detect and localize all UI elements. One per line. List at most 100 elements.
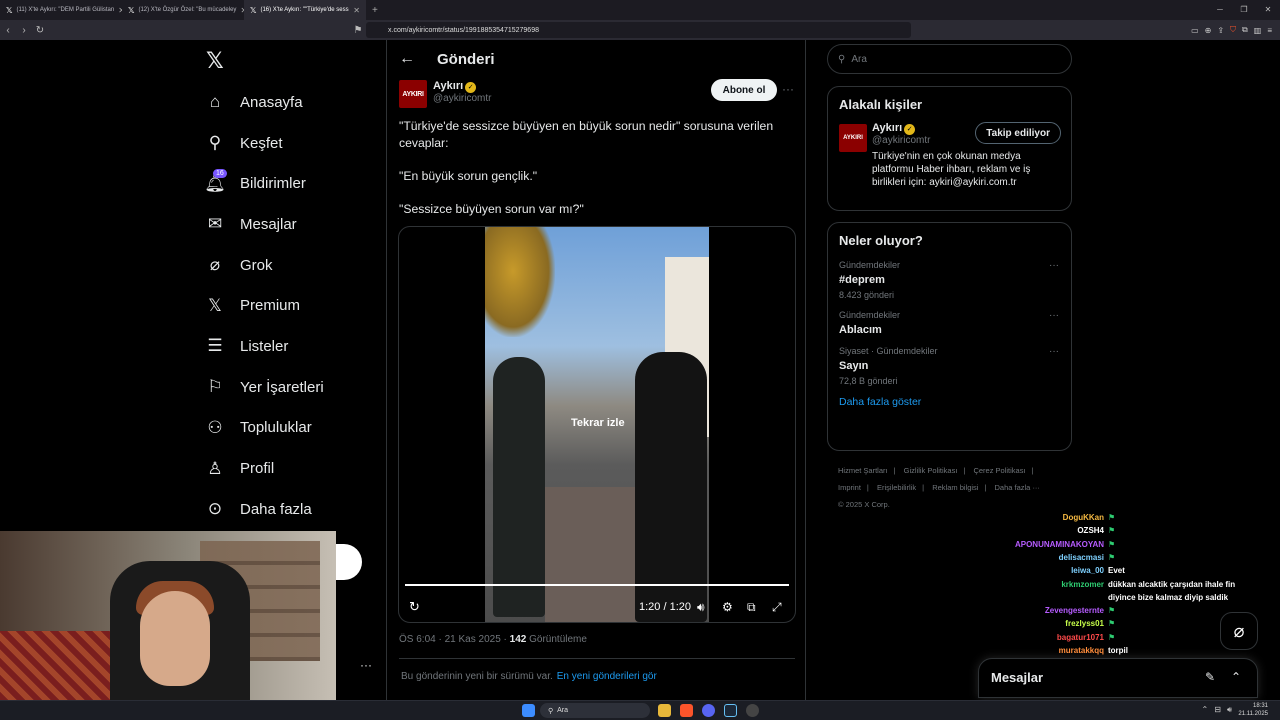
footer-link[interactable]: Daha fazla ···	[995, 483, 1040, 492]
post-button-partial[interactable]	[336, 544, 362, 580]
search-input[interactable]: ⚲ Ara	[827, 44, 1072, 74]
back-icon[interactable]: ‹	[0, 25, 16, 36]
grok-floating-button[interactable]: ⌀	[1220, 612, 1258, 650]
back-arrow-icon[interactable]: ←	[399, 50, 415, 68]
chat-username: Zevengesternte	[1044, 606, 1104, 616]
replay-label[interactable]: Tekrar izle	[571, 417, 625, 429]
share-icon[interactable]: ⇪	[1217, 26, 1224, 35]
new-version-link[interactable]: En yeni gönderileri gör	[557, 671, 657, 682]
messages-drawer[interactable]: Mesajlar ✎ ⌃	[978, 658, 1258, 698]
person-icon: ♙	[207, 458, 223, 478]
trend-item[interactable]: Gündemdekiler Ablacım ···	[828, 304, 1071, 340]
folder-icon[interactable]	[658, 704, 671, 717]
chat-badge-icon: ⚑	[1108, 619, 1116, 629]
tab-label: (12) X'te Özgür Özel: "Bu mücadeley	[138, 7, 237, 13]
minimize-icon[interactable]: ─	[1208, 0, 1232, 20]
cast-icon[interactable]: ▭	[1191, 26, 1199, 35]
footer-link[interactable]: Çerez Politikası	[973, 466, 1025, 475]
new-tab-icon[interactable]: +	[366, 5, 384, 16]
footer-link[interactable]: Hizmet Şartları	[838, 466, 888, 475]
footer-link[interactable]: Reklam bilgisi	[932, 483, 978, 492]
menu-icon[interactable]: ≡	[1267, 26, 1272, 35]
video-player[interactable]: Tekrar izle ↻ 1:20 / 1:20 🔊︎ ⚙ ⧉ ⤢	[398, 226, 796, 623]
more-options-icon[interactable]: ···	[1049, 310, 1059, 321]
author-handle[interactable]: @aykiricomtr	[433, 93, 492, 104]
new-message-icon[interactable]: ✎	[1205, 670, 1215, 684]
tweet-paragraph: "Sessizce büyüyen sorun var mı?"	[399, 202, 584, 216]
sidebar-toggle-icon[interactable]: ▥	[1254, 26, 1262, 35]
volume-icon[interactable]: 🔊︎	[697, 600, 705, 615]
sidebar-item-premium[interactable]: 𝕏 Premium	[204, 285, 324, 326]
sidebar-item-messages[interactable]: ✉ Mesajlar	[204, 204, 324, 245]
tweet-date[interactable]: 21 Kas 2025	[445, 634, 501, 645]
x-icon: 𝕏	[208, 295, 222, 315]
close-icon[interactable]: ✕	[353, 6, 360, 15]
start-icon[interactable]	[522, 704, 535, 717]
tray-chevron-icon[interactable]: ⌃	[1202, 705, 1209, 715]
obs-icon[interactable]	[746, 704, 759, 717]
expand-icon[interactable]: ⌃	[1231, 670, 1241, 684]
clock-date: 21.11.2025	[1238, 711, 1268, 717]
taskbar-search[interactable]: ⚲ Ara	[540, 703, 650, 718]
sidebar-item-lists[interactable]: ☰ Listeler	[204, 326, 324, 367]
browser-tab[interactable]: 𝕏 (12) X'te Özgür Özel: "Bu mücadeley ✕	[122, 0, 244, 20]
avatar[interactable]: AYKIRI	[839, 124, 867, 152]
extension-icon[interactable]: ⧉	[1242, 25, 1248, 35]
messages-drawer-title: Mesajlar	[991, 670, 1044, 685]
sidebar-item-notifications[interactable]: 🔔︎ 16 Bildirimler	[204, 163, 324, 204]
related-person[interactable]: AYKIRI Aykırı ✓ @aykiricomtr Türkiye'nin …	[828, 118, 1071, 199]
sidebar-item-communities[interactable]: ⚇ Topluluklar	[204, 408, 324, 449]
settings-icon[interactable]: ⚙	[722, 600, 733, 614]
steam-icon[interactable]	[724, 704, 737, 717]
window-close-icon[interactable]: ✕	[1256, 0, 1280, 20]
zoom-icon[interactable]: ⊕	[1205, 26, 1212, 35]
footer-link[interactable]: Imprint	[838, 483, 861, 492]
browser-icon[interactable]	[680, 704, 693, 717]
sidebar-item-grok[interactable]: ⌀ Grok	[204, 245, 324, 286]
tweet-time[interactable]: ÖS 6:04	[399, 634, 436, 645]
url-input[interactable]: x.com/aykiricomtr/status/199188535471527…	[366, 22, 911, 38]
sidebar-item-profile[interactable]: ♙ Profil	[204, 448, 324, 489]
search-icon: ⚲	[208, 133, 222, 153]
x-logo-icon[interactable]: 𝕏	[206, 50, 228, 72]
browser-tab-active[interactable]: 𝕏 (16) X'te Aykırı: ""Türkiye'de sess ✕	[244, 0, 366, 20]
chat-badge-icon: ⚑	[1108, 632, 1116, 642]
browser-tab[interactable]: 𝕏 (11) X'te Aykırı: "DEM Partili Gülista…	[0, 0, 122, 20]
forward-icon[interactable]: ›	[16, 25, 32, 36]
home-icon: ⌂	[209, 92, 221, 112]
more-options-icon[interactable]: ···	[782, 82, 794, 96]
more-circle-icon: ⊙	[207, 499, 223, 519]
reload-icon[interactable]: ↻	[32, 25, 48, 36]
fullscreen-icon[interactable]: ⤢	[772, 600, 782, 615]
bookmark-page-icon[interactable]: ⚑	[350, 25, 366, 36]
footer-link[interactable]: Erişilebilirlik	[877, 483, 916, 492]
more-options-icon[interactable]: ···	[1049, 260, 1059, 271]
sidebar-item-label: Bildirimler	[240, 175, 306, 193]
sidebar-item-explore[interactable]: ⚲ Keşfet	[204, 123, 324, 164]
account-more-icon[interactable]: ···	[360, 658, 372, 672]
sidebar-item-home[interactable]: ⌂ Anasayfa	[204, 82, 324, 123]
trend-item[interactable]: Siyaset · Gündemdekiler Sayın 72,8 B gön…	[828, 340, 1071, 390]
replay-icon[interactable]: ↻	[409, 599, 420, 615]
video-progress-bar[interactable]	[405, 584, 789, 586]
sidebar-item-bookmarks[interactable]: ⚐ Yer İşaretleri	[204, 367, 323, 408]
subscribe-button[interactable]: Abone ol	[711, 79, 777, 101]
pip-icon[interactable]: ⧉	[747, 600, 756, 615]
restore-icon[interactable]: ❐	[1232, 0, 1256, 20]
sidebar-item-more[interactable]: ⊙ Daha fazla	[204, 489, 324, 530]
author-name[interactable]: Aykırı ✓	[433, 80, 492, 93]
x-logo-icon: 𝕏	[250, 5, 257, 15]
network-icon[interactable]: ⊟	[1214, 705, 1221, 715]
show-more-link[interactable]: Daha fazla göster	[828, 390, 1071, 418]
shield-icon[interactable]: ⛉	[1230, 25, 1236, 35]
taskbar-clock[interactable]: 18:31 21.11.2025	[1238, 702, 1268, 718]
footer-link[interactable]: Gizlilik Politikası	[904, 466, 958, 475]
tweet-text: "Türkiye'de sessizce büyüyen en büyük so…	[399, 118, 789, 234]
chat-username: delisacmasi	[1058, 552, 1104, 562]
more-options-icon[interactable]: ···	[1049, 346, 1059, 357]
avatar[interactable]: AYKIRI	[399, 80, 427, 108]
volume-icon[interactable]: 🔊︎	[1227, 705, 1232, 715]
trend-item[interactable]: Gündemdekiler #deprem 8.423 gönderi ···	[828, 254, 1071, 304]
following-button[interactable]: Takip ediliyor	[975, 122, 1061, 144]
discord-icon[interactable]	[702, 704, 715, 717]
